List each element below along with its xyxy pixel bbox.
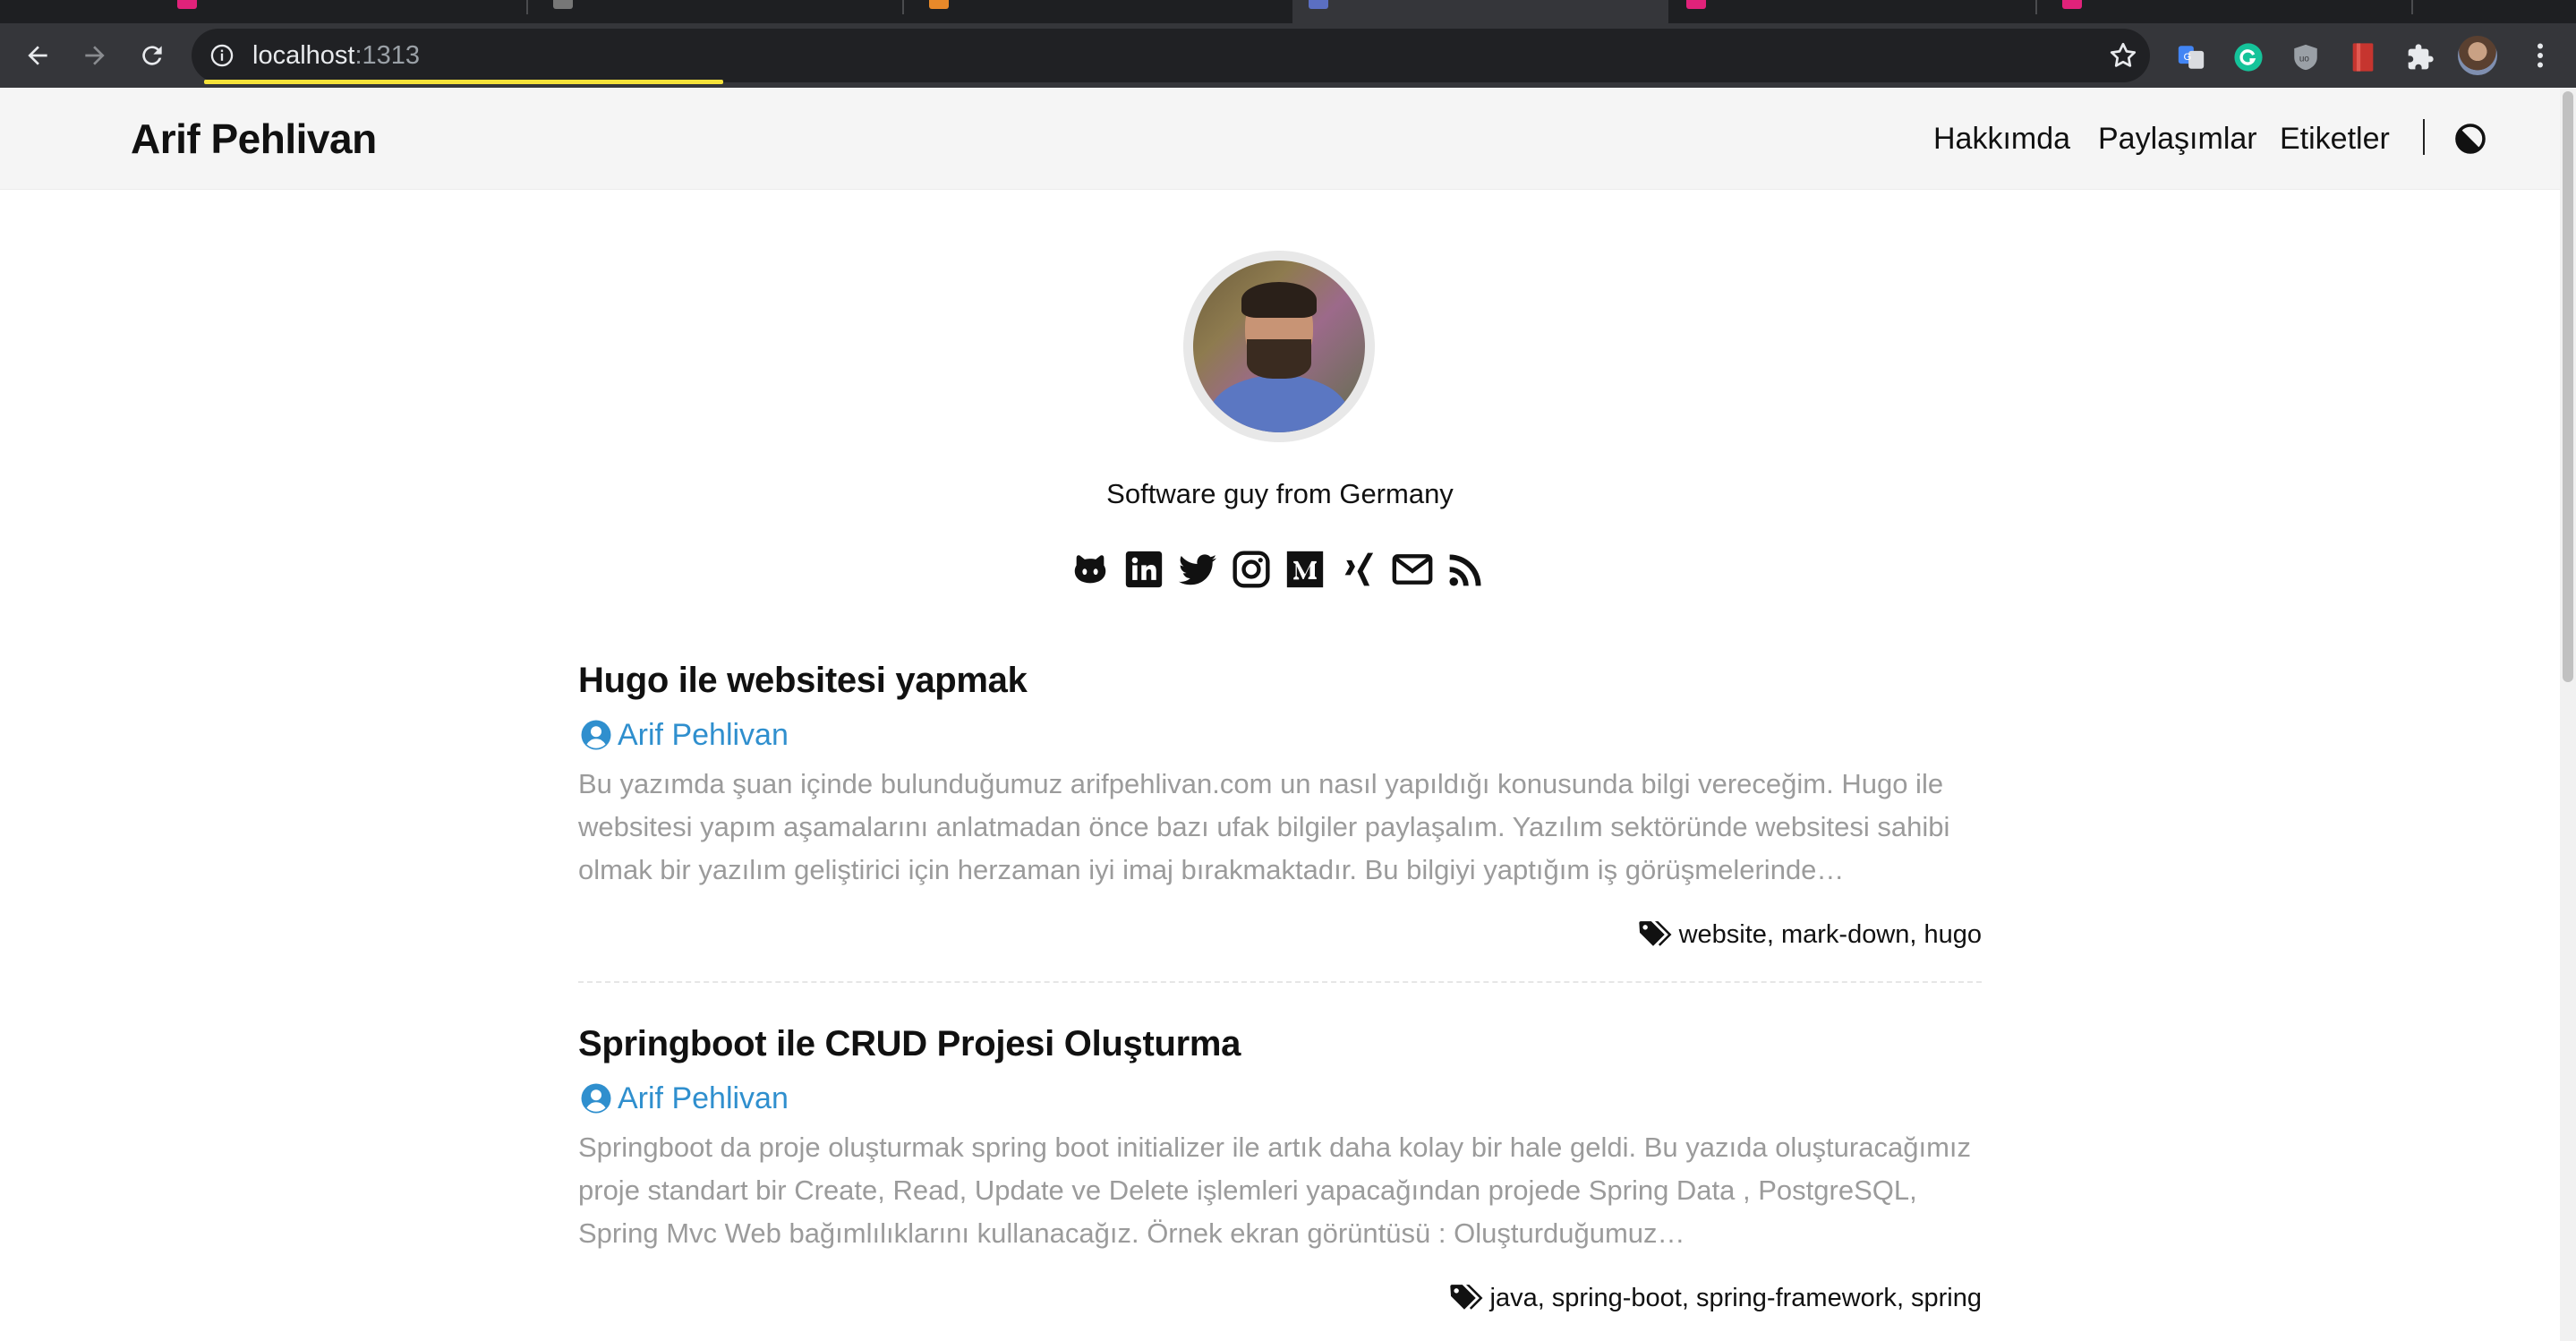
info-icon[interactable] xyxy=(209,43,235,68)
browser-tab[interactable] xyxy=(1670,0,2037,23)
post-title-link[interactable]: Hugo ile websitesi yapmak xyxy=(578,655,1028,705)
browser-profile-avatar[interactable] xyxy=(2458,36,2497,75)
post-excerpt-text: Springboot da proje oluşturmak spring bo… xyxy=(578,1132,1972,1249)
tag-link-website[interactable]: website xyxy=(1679,920,1767,949)
post-title-link[interactable]: Springboot ile CRUD Projesi Oluşturma xyxy=(578,1019,1241,1069)
bookmark-extension-icon[interactable] xyxy=(2347,41,2379,73)
linkedin-icon[interactable] xyxy=(1122,548,1165,591)
page-load-progress xyxy=(204,80,723,84)
profile-photo xyxy=(1193,261,1365,432)
github-icon[interactable] xyxy=(1069,548,1112,591)
extensions-puzzle-icon[interactable] xyxy=(2404,41,2436,73)
browser-tab[interactable] xyxy=(913,0,1280,23)
browser-tab[interactable] xyxy=(161,0,528,23)
tab-favicon-icon xyxy=(553,0,573,9)
tab-separator xyxy=(2411,0,2413,14)
twitter-icon[interactable] xyxy=(1176,548,1219,591)
tab-favicon-icon xyxy=(177,0,197,9)
instagram-icon[interactable] xyxy=(1230,548,1273,591)
profile-avatar xyxy=(1183,251,1375,442)
tags-icon xyxy=(1638,921,1672,946)
svg-text:uo: uo xyxy=(2299,54,2310,64)
tag-link-spring-boot[interactable]: spring-boot xyxy=(1552,1284,1682,1312)
medium-icon[interactable] xyxy=(1284,548,1326,591)
post-excerpt: Bu yazımda şuan içinde bulunduğumuz arif… xyxy=(578,763,1982,892)
tab-favicon-icon xyxy=(929,0,949,9)
browser-toolbar: localhost:1313 G uo xyxy=(0,23,2576,88)
nav-link-etiketler[interactable]: Etiketler xyxy=(2280,119,2390,158)
ublock-extension-icon[interactable]: uo xyxy=(2290,41,2322,73)
browser-menu-icon[interactable] xyxy=(2524,39,2556,72)
svg-text:G: G xyxy=(2184,52,2192,63)
forward-button[interactable] xyxy=(75,36,115,75)
back-button[interactable] xyxy=(18,36,57,75)
tab-separator xyxy=(2035,0,2037,14)
tag-link-java[interactable]: java xyxy=(1490,1284,1538,1312)
browser-tab-strip xyxy=(0,0,2576,23)
browser-tab[interactable] xyxy=(537,0,904,23)
user-circle-icon xyxy=(581,1083,611,1114)
tab-favicon-icon xyxy=(2062,0,2082,9)
nav-link-hakkimda[interactable]: Hakkımda xyxy=(1933,119,2070,158)
google-translate-extension-icon[interactable]: G xyxy=(2175,41,2207,73)
browser-tab-active[interactable] xyxy=(1292,0,1668,23)
grammarly-extension-icon[interactable] xyxy=(2232,41,2265,73)
post-author-link[interactable]: Arif Pehlivan xyxy=(580,1078,789,1119)
social-links xyxy=(1069,548,1488,593)
post-divider xyxy=(578,981,1982,983)
post-tags: website, mark-down, hugo xyxy=(1638,917,1982,952)
nav-divider xyxy=(2423,119,2425,155)
post-excerpt: Springboot da proje oluşturmak spring bo… xyxy=(578,1126,1982,1255)
tab-favicon-icon xyxy=(1686,0,1706,9)
address-bar[interactable]: localhost:1313 xyxy=(192,29,2150,84)
xing-icon[interactable] xyxy=(1337,548,1380,591)
email-icon[interactable] xyxy=(1391,548,1434,591)
tag-link-spring[interactable]: spring xyxy=(1911,1284,1982,1312)
post-author-name: Arif Pehlivan xyxy=(618,1080,789,1115)
bookmark-star-icon[interactable] xyxy=(2107,39,2139,72)
site-header: Arif Pehlivan Hakkımda Paylaşımlar Etike… xyxy=(0,89,2560,190)
rss-icon[interactable] xyxy=(1445,548,1488,591)
tag-link-mark-down[interactable]: mark-down xyxy=(1781,920,1909,949)
url-port: :1313 xyxy=(354,41,421,70)
tags-icon xyxy=(1449,1285,1482,1310)
post-tags: java, spring-boot, spring-framework, spr… xyxy=(1449,1280,1982,1316)
reload-icon xyxy=(142,46,162,65)
page-scrollbar-thumb[interactable] xyxy=(2563,91,2573,682)
url-host: localhost xyxy=(252,41,355,70)
profile-tagline: Software guy from Germany xyxy=(1106,478,1454,509)
arrow-right-icon xyxy=(85,46,105,65)
post-author-link[interactable]: Arif Pehlivan xyxy=(580,714,789,756)
tab-separator xyxy=(526,0,528,14)
reload-button[interactable] xyxy=(132,36,172,75)
tab-separator xyxy=(902,0,904,14)
address-text[interactable]: localhost:1313 xyxy=(252,41,420,70)
browser-tab[interactable] xyxy=(2046,0,2413,23)
tag-link-spring-framework[interactable]: spring-framework xyxy=(1696,1284,1897,1312)
user-circle-icon xyxy=(581,720,611,750)
arrow-left-icon xyxy=(28,46,47,65)
tab-favicon-icon xyxy=(1309,0,1328,9)
post-excerpt-text: Bu yazımda şuan içinde bulunduğumuz arif… xyxy=(578,768,1950,885)
tag-link-hugo[interactable]: hugo xyxy=(1923,920,1982,949)
nav-link-paylasimlar[interactable]: Paylaşımlar xyxy=(2098,119,2257,158)
post-author-name: Arif Pehlivan xyxy=(618,717,789,752)
site-brand-link[interactable]: Arif Pehlivan xyxy=(131,112,377,166)
theme-toggle-icon[interactable] xyxy=(2454,123,2486,155)
